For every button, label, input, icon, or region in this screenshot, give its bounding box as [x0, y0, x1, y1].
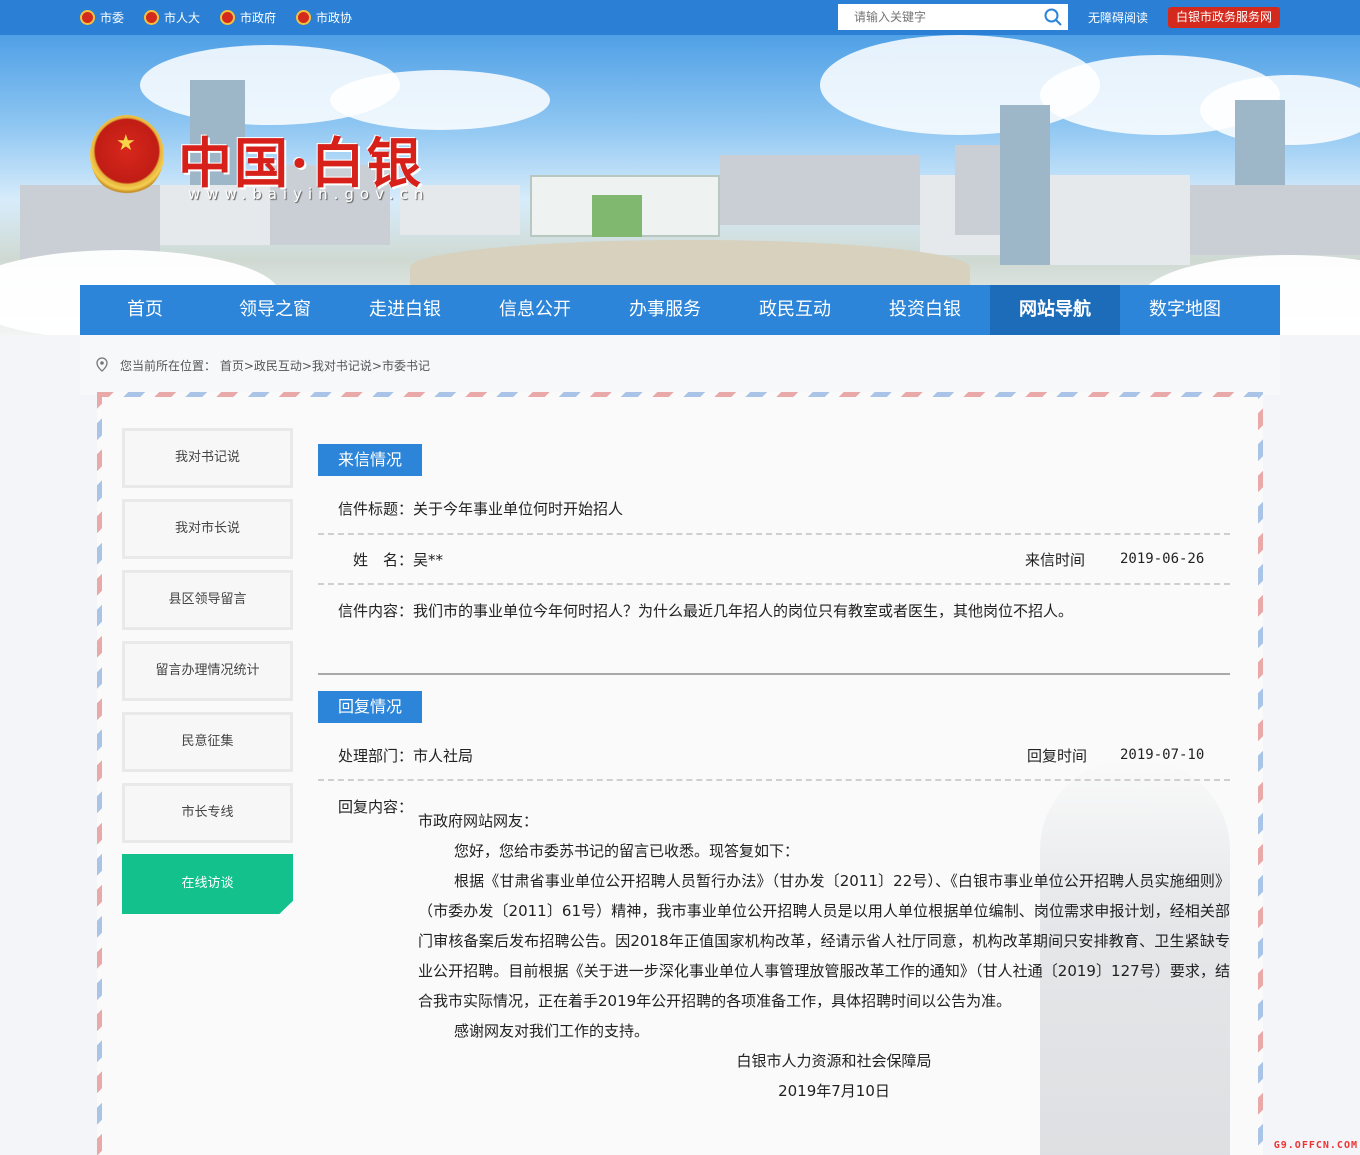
sidebar-item-statistics[interactable]: 留言办理情况统计 — [122, 641, 293, 701]
sidebar: 我对书记说 我对市长说 县区领导留言 留言办理情况统计 民意征集 市长专线 在线… — [122, 428, 293, 925]
reply-section-title: 回复情况 — [318, 691, 422, 723]
breadcrumb-text: 您当前所在位置： 首页>政民互动>我对书记说>市委书记 — [120, 359, 430, 373]
top-link-shizhengxie[interactable]: 市政协 — [296, 9, 352, 26]
top-link-shiwei[interactable]: 市委 — [80, 9, 124, 26]
site-watermark: G9.OFFCN.COM — [1273, 1140, 1358, 1151]
letter-name-row: 姓 名：吴** — [353, 549, 443, 570]
name-label: 姓 名： — [353, 551, 414, 569]
nav-item-services[interactable]: 办事服务 — [600, 285, 730, 335]
nav-item-sitemap[interactable]: 网站导航 — [990, 285, 1120, 335]
reply-paragraph: 感谢网友对我们工作的支持。 — [454, 1022, 650, 1040]
top-link-label: 市委 — [100, 11, 125, 25]
main-nav: 首页 领导之窗 走进白银 信息公开 办事服务 政民互动 投资白银 网站导航 数字… — [80, 285, 1280, 335]
sidebar-item-online-interview[interactable]: 在线访谈 — [122, 854, 293, 914]
divider — [318, 779, 1230, 781]
party-emblem-icon — [80, 10, 95, 25]
top-link-label: 市政府 — [240, 11, 277, 25]
reply-time-label: 回复时间 — [1027, 747, 1088, 765]
top-bar: 市委 市人大 市政府 市政协 无障碍阅读 白银市政务服务网 — [0, 0, 1360, 35]
search-icon[interactable] — [1038, 4, 1068, 30]
reply-content-label: 回复内容： — [338, 798, 414, 816]
search-box — [838, 4, 1068, 30]
accessibility-link[interactable]: 无障碍阅读 — [1088, 9, 1148, 26]
national-emblem-icon — [220, 10, 236, 25]
breadcrumb: 您当前所在位置： 首页>政民互动>我对书记说>市委书记 — [80, 335, 1280, 395]
national-emblem-icon: ★ — [90, 115, 164, 195]
subject-label: 信件标题： — [338, 500, 414, 518]
letter-time-label: 来信时间 — [1025, 551, 1086, 569]
sidebar-item-secretary[interactable]: 我对书记说 — [122, 428, 293, 488]
sidebar-item-county-leaders[interactable]: 县区领导留言 — [122, 570, 293, 630]
sidebar-item-mayor-hotline[interactable]: 市长专线 — [122, 783, 293, 843]
content-label: 信件内容： — [338, 602, 414, 620]
reply-paragraph: 您好，您给市委苏书记的留言已收悉。现答复如下： — [454, 842, 800, 860]
top-links: 市委 市人大 市政府 市政协 — [80, 0, 372, 35]
nav-item-about[interactable]: 走进白银 — [340, 285, 470, 335]
location-pin-icon — [96, 357, 108, 376]
letter-section-title: 来信情况 — [318, 444, 422, 476]
nav-item-interaction[interactable]: 政民互动 — [730, 285, 860, 335]
site-url: www.baiyin.gov.cn — [188, 185, 430, 203]
divider — [318, 583, 1230, 585]
reply-dept-row: 处理部门：市人社局 — [338, 745, 473, 766]
national-emblem-icon — [144, 10, 160, 25]
letter-subject-row: 信件标题：关于今年事业单位何时开始招人 — [338, 498, 623, 519]
reply-paragraph: 根据《甘肃省事业单位公开招聘人员暂行办法》（甘办发〔2011〕22号）、《白银市… — [418, 872, 1230, 1010]
dept-value: 市人社局 — [413, 747, 474, 765]
top-link-shizhengfu[interactable]: 市政府 — [220, 9, 276, 26]
reply-content: 市政府网站网友： 您好，您给市委苏书记的留言已收悉。现答复如下： 根据《甘肃省事… — [418, 806, 1230, 1106]
nav-item-investment[interactable]: 投资白银 — [860, 285, 990, 335]
top-link-shirenda[interactable]: 市人大 — [144, 9, 200, 26]
reply-time-value: 2019-07-10 — [1120, 747, 1205, 763]
name-value: 吴** — [413, 551, 444, 569]
reply-greeting: 市政府网站网友： — [418, 812, 539, 830]
nav-item-leaders[interactable]: 领导之窗 — [210, 285, 340, 335]
search-input[interactable] — [838, 5, 1038, 29]
sidebar-item-opinion[interactable]: 民意征集 — [122, 712, 293, 772]
dept-label: 处理部门： — [338, 747, 414, 765]
subject-value: 关于今年事业单位何时开始招人 — [413, 500, 624, 518]
top-link-label: 市人大 — [164, 11, 201, 25]
reply-date: 2019年7月10日 — [778, 1082, 890, 1100]
sidebar-item-mayor[interactable]: 我对市长说 — [122, 499, 293, 559]
service-portal-button[interactable]: 白银市政务服务网 — [1168, 7, 1281, 28]
nav-item-map[interactable]: 数字地图 — [1120, 285, 1250, 335]
letter-time-value: 2019-06-26 — [1120, 551, 1205, 567]
top-link-label: 市政协 — [316, 11, 353, 25]
letter-content-row: 信件内容：我们市的事业单位今年何时招人？为什么最近几年招人的岗位只有教室或者医生… — [338, 600, 1073, 621]
reply-signature: 白银市人力资源和社会保障局 — [736, 1052, 932, 1070]
divider — [318, 533, 1230, 535]
nav-item-home[interactable]: 首页 — [80, 285, 210, 335]
section-divider — [318, 673, 1230, 675]
nav-item-info[interactable]: 信息公开 — [470, 285, 600, 335]
cppcc-emblem-icon — [296, 10, 312, 25]
content-value: 我们市的事业单位今年何时招人？为什么最近几年招人的岗位只有教室或者医生，其他岗位… — [413, 602, 1074, 620]
